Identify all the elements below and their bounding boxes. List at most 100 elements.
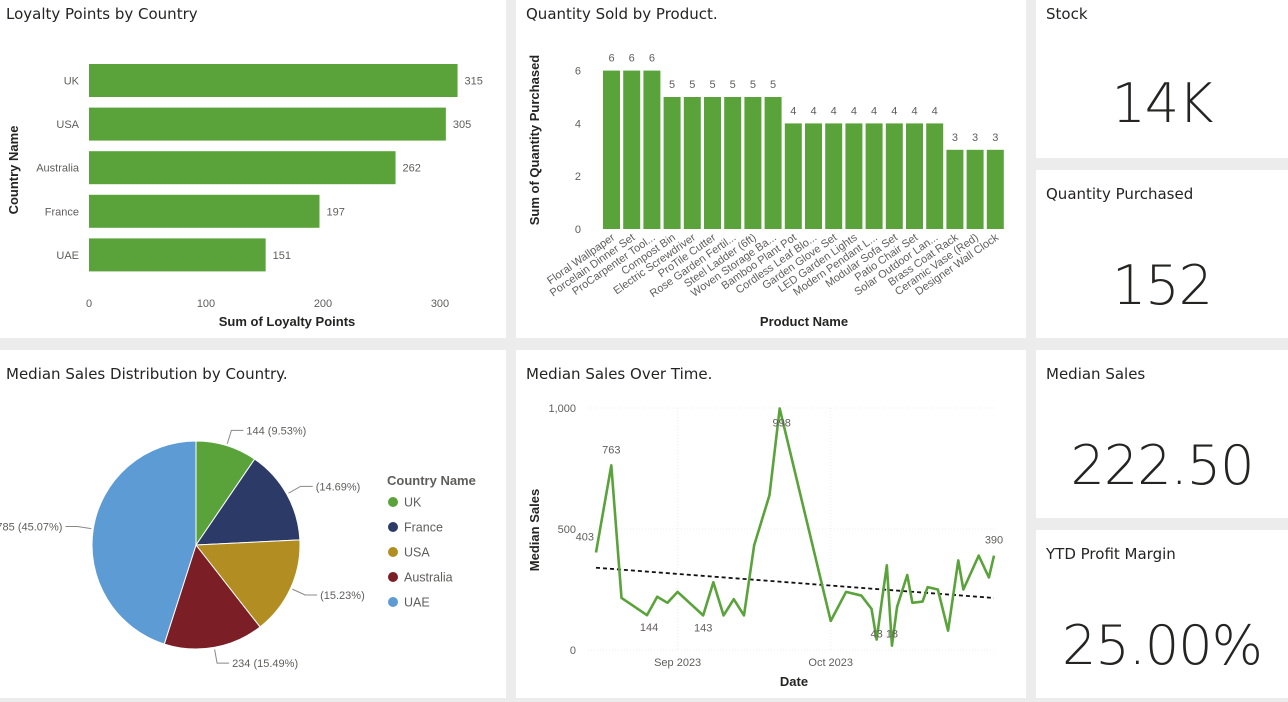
product-bar[interactable]	[643, 70, 661, 229]
product-bar[interactable]	[603, 70, 620, 229]
loyalty-bar[interactable]	[89, 194, 320, 228]
product-bar-value-label: 4	[911, 105, 917, 117]
product-bar-value-label: 5	[730, 79, 736, 91]
product-bar[interactable]	[683, 97, 701, 229]
pie-data-label: (14.69%)	[316, 481, 361, 493]
line-y-tick: 1,000	[548, 403, 576, 415]
median-sales-line[interactable]	[594, 407, 996, 647]
product-bar-value-label: 5	[689, 79, 695, 91]
pie-label-leader	[65, 525, 92, 530]
loyalty-bar-value-label: 262	[403, 163, 421, 175]
product-bar-value-label: 5	[669, 79, 675, 91]
product-bar[interactable]	[825, 123, 843, 229]
loyalty-y-axis-title: Country Name	[6, 126, 21, 215]
product-bar-value-label: 5	[709, 79, 715, 91]
ytd-profit-margin-card-value: 25.00%	[1062, 614, 1263, 677]
median-sales-card-title: Median Sales	[1046, 365, 1146, 383]
product-bar[interactable]	[986, 149, 1004, 229]
line-y-axis-title: Median Sales	[527, 489, 542, 571]
products-y-tick: 4	[575, 118, 581, 130]
product-bar-value-label: 6	[608, 53, 614, 65]
loyalty-x-tick: 100	[197, 298, 215, 310]
pie-legend-swatch	[388, 522, 398, 532]
product-bar-value-label: 3	[952, 132, 958, 144]
line-point-label: 143	[694, 622, 712, 634]
product-bar[interactable]	[744, 97, 762, 229]
loyalty-bar[interactable]	[89, 151, 396, 185]
pie-legend-item[interactable]: France	[404, 521, 443, 535]
product-bar-value-label: 4	[790, 105, 796, 117]
product-bar-value-label: 6	[629, 53, 635, 65]
product-bar-value-label: 4	[932, 105, 938, 117]
loyalty-chart-tile[interactable]: Loyalty Points by Country UK 315 USA 305 Aus…	[0, 0, 506, 338]
product-bar[interactable]	[805, 123, 822, 229]
products-bar-chart: 02466Floral Wallpaper6Porcelain Dinner S…	[527, 53, 1004, 329]
loyalty-bar-value-label: 315	[465, 76, 483, 88]
pie-legend-swatch	[388, 572, 398, 582]
products-y-tick: 0	[575, 224, 581, 236]
product-bar[interactable]	[926, 123, 944, 229]
product-bar-value-label: 4	[851, 105, 857, 117]
product-bar-value-label: 5	[770, 79, 776, 91]
product-bar-value-label: 5	[750, 79, 756, 91]
pie-label-leader	[288, 485, 313, 494]
pie-legend-item[interactable]: USA	[404, 546, 430, 560]
loyalty-bar-value-label: 197	[326, 206, 344, 218]
products-chart-tile[interactable]: Quantity Sold by Product. 0 2 4 6 6 Floral Wa…	[516, 0, 1026, 338]
stock-card-value: 14K	[1111, 72, 1213, 135]
pie-data-label: 144 (9.53%)	[246, 425, 306, 437]
loyalty-bar-value-label: 151	[273, 250, 291, 262]
product-bar[interactable]	[865, 123, 883, 229]
loyalty-bar[interactable]	[89, 107, 446, 141]
median-sales-card[interactable]: Median Sales 222.50	[1036, 350, 1288, 518]
product-bar-value-label: 3	[972, 132, 978, 144]
product-bar[interactable]	[623, 70, 641, 229]
loyalty-x-tick: 200	[314, 298, 332, 310]
product-bar-value-label: 4	[871, 105, 877, 117]
stock-card[interactable]: Stock 14K	[1036, 0, 1288, 158]
product-bar[interactable]	[724, 97, 742, 229]
line-point-label: 390	[985, 535, 1003, 547]
product-bar[interactable]	[906, 123, 923, 229]
line-y-tick: 500	[558, 524, 576, 536]
pie-label-leader	[214, 649, 230, 664]
product-bar[interactable]	[784, 123, 802, 229]
product-bar[interactable]	[946, 149, 964, 229]
loyalty-category-label: France	[45, 206, 79, 218]
loyalty-category-label: USA	[56, 119, 79, 131]
product-bar[interactable]	[966, 149, 984, 229]
product-bar[interactable]	[663, 97, 681, 229]
pie-chart-tile[interactable]: Median Sales Distribution by Country. 14…	[0, 350, 506, 698]
loyalty-bar-value-label: 305	[453, 119, 471, 131]
pie-legend-item[interactable]: UAE	[404, 596, 430, 610]
line-point-label: 403	[576, 531, 594, 543]
product-bar-value-label: 4	[831, 105, 837, 117]
product-bar[interactable]	[704, 97, 721, 229]
line-point-label: 18	[886, 629, 898, 641]
line-x-axis-title: Date	[780, 674, 808, 689]
pie-legend-title: Country Name	[387, 473, 476, 488]
product-bar[interactable]	[845, 123, 863, 229]
quantity-purchased-card[interactable]: Quantity Purchased 152	[1036, 170, 1288, 338]
pie-data-label: 680.785 (45.07%)	[0, 521, 62, 533]
loyalty-bar[interactable]	[89, 64, 458, 97]
median-sales-pie-chart: 144 (9.53%) (14.69%) (15.23%) 234 (15.49%) 6…	[0, 425, 476, 670]
products-y-tick: 2	[575, 171, 581, 183]
product-bar[interactable]	[764, 97, 782, 229]
loyalty-category-label: Australia	[36, 163, 80, 175]
pie-legend-swatch	[388, 597, 398, 607]
median-sales-card-value: 222.50	[1070, 434, 1255, 497]
product-bar-value-label: 6	[649, 53, 655, 65]
products-y-axis-title: Sum of Quantity Purchased	[527, 55, 542, 226]
ytd-profit-margin-card-title: YTD Profit Margin	[1046, 545, 1176, 563]
product-bar[interactable]	[885, 123, 903, 229]
products-x-axis-title: Product Name	[760, 314, 848, 329]
quantity-purchased-card-title: Quantity Purchased	[1046, 185, 1194, 203]
pie-legend-item[interactable]: UK	[404, 496, 422, 510]
loyalty-bar[interactable]	[89, 238, 266, 272]
ytd-profit-margin-card[interactable]: YTD Profit Margin 25.00%	[1036, 530, 1288, 698]
loyalty-category-label: UAE	[56, 250, 79, 262]
pie-legend-item[interactable]: Australia	[404, 571, 453, 585]
line-x-tick: Oct 2023	[808, 657, 853, 669]
line-chart-tile[interactable]: Median Sales Over Time. 0 500 1,000 Sep 202…	[516, 350, 1026, 698]
